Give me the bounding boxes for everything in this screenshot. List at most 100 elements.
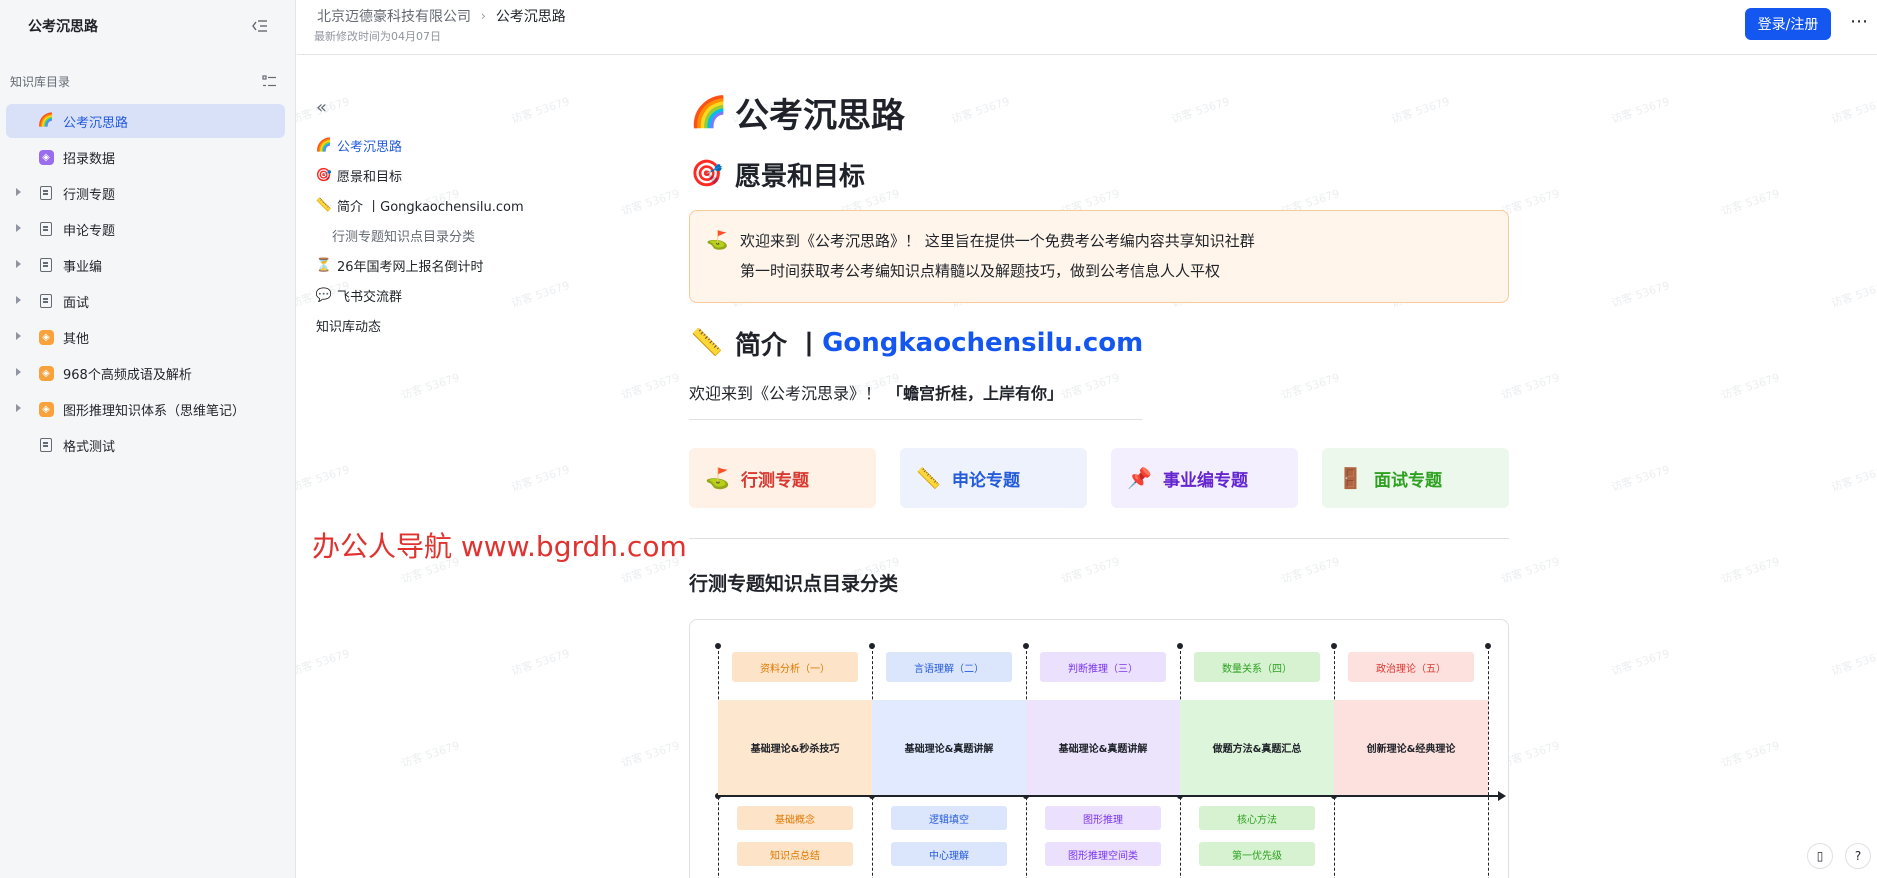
diagram-topic-chip[interactable]: 逻辑填空 — [891, 806, 1007, 830]
diagram-topic-chip[interactable]: 基础概念 — [737, 806, 853, 830]
diagram-topic-chip[interactable]: 中心理解 — [891, 842, 1007, 866]
diagram-column-header: 资料分析（一） — [732, 652, 858, 682]
watermark-label: 访客 53679 — [1609, 278, 1672, 311]
login-register-button[interactable]: 登录/注册 — [1745, 8, 1831, 40]
intro-slogan: 「蟾宫折桂，上岸有你」 — [887, 384, 1064, 403]
outline-item[interactable]: 知识库动态 — [316, 310, 576, 340]
document-icon — [38, 221, 54, 237]
outline-item-label: 26年国考网上报名倒计时 — [337, 259, 484, 275]
divider-short — [689, 419, 1142, 420]
outline-item-label: 愿景和目标 — [337, 169, 403, 185]
page-title: 🌈 公考沉思路 — [689, 86, 1509, 138]
site-link[interactable]: Gongkaochensilu.com — [822, 328, 1143, 358]
caret-right-icon[interactable] — [16, 332, 21, 340]
rainbow-icon: 🌈 — [690, 94, 728, 130]
topic-cards: ⛳ 行测专题 📏 申论专题 📌 事业编专题 🚪 面试专题 — [689, 448, 1509, 508]
app-root: 访客 53679 访客 53679 访客 53679 访客 53679 访客 53679… — [0, 0, 1877, 878]
sidebar: 公考沉思路 知识库目录 🌈 公考沉思路 ◈ 招录数据 行测专题 申论专题 事业编 面试 ◈ 其他 ◈… — [0, 0, 296, 878]
sidebar-item[interactable]: 事业编 — [6, 248, 285, 282]
diagram-topic-chip[interactable]: 图形推理 — [1045, 806, 1161, 830]
breadcrumb: 北京迈德豪科技有限公司 › 公考沉思路 — [317, 6, 566, 26]
caret-right-icon[interactable] — [16, 368, 21, 376]
callout-line-2: 第一时间获取考公考编知识点精髓以及解题技巧，做到公考信息人人平权 — [706, 255, 1488, 285]
sidebar-item[interactable]: 申论专题 — [6, 212, 285, 246]
caret-right-icon[interactable] — [16, 296, 21, 304]
outline-emoji-icon: 🎯 — [315, 167, 333, 183]
diagram-band: 创新理论&经典理论 — [1334, 700, 1488, 795]
topic-card[interactable]: ⛳ 行测专题 — [689, 448, 876, 508]
sidebar-item[interactable]: 格式测试 — [6, 428, 285, 462]
outline-item[interactable]: 行测专题知识点目录分类 — [316, 220, 576, 250]
help-icon[interactable]: ? — [1845, 843, 1871, 869]
outline-emoji-icon: 🌈 — [315, 137, 333, 153]
sidebar-title: 公考沉思路 — [28, 19, 98, 35]
document-outline: « 🌈 公考沉思路 🎯 愿景和目标 📏 简介 丨Gongkaochensilu.com 行测… — [316, 99, 576, 340]
caret-right-icon[interactable] — [16, 188, 21, 196]
watermark-label: 访客 53679 — [1719, 186, 1782, 219]
sidebar-item[interactable]: 行测专题 — [6, 176, 285, 210]
catalog-list-icon[interactable] — [262, 74, 277, 88]
sidebar-item-label: 968个高频成语及解析 — [63, 367, 192, 383]
topic-card[interactable]: 🚪 面试专题 — [1322, 448, 1509, 508]
outline-item[interactable]: 📏 简介 丨Gongkaochensilu.com — [316, 190, 576, 220]
outline-item[interactable]: ⏳ 26年国考网上报名倒计时 — [316, 250, 576, 280]
sidebar-item[interactable]: ◈ 图形推理知识体系（思维笔记） — [6, 392, 285, 426]
more-options-icon[interactable]: ⋯ — [1847, 12, 1871, 36]
sidebar-item[interactable]: ◈ 招录数据 — [6, 140, 285, 174]
intro-paragraph: 欢迎来到《公考沉思录》！ 「蟾宫折桂，上岸有你」 — [689, 379, 1509, 405]
topic-card[interactable]: 📏 申论专题 — [900, 448, 1087, 508]
topic-card-icon: 📏 — [916, 466, 941, 490]
overlay-watermark-text: 办公人导航 www.bgrdh.com — [312, 530, 687, 563]
watermark-label: 访客 53679 — [1609, 94, 1672, 127]
callout-box: ⛳ 欢迎来到《公考沉思路》！ 这里旨在提供一个免费考公考编内容共享知识社群 第一… — [689, 210, 1509, 303]
diagram-topic-chip[interactable]: 第一优先级 — [1199, 842, 1315, 866]
divider-full — [689, 538, 1509, 539]
outline-item-label: 知识库动态 — [316, 319, 382, 335]
callout-line-1: ⛳ 欢迎来到《公考沉思路》！ 这里旨在提供一个免费考公考编内容共享知识社群 — [706, 225, 1488, 255]
outline-emoji-icon: 📏 — [315, 197, 333, 213]
topic-card-label: 面试专题 — [1374, 470, 1442, 491]
outline-emoji-icon: ⏳ — [315, 257, 333, 273]
target-icon: 🎯 — [690, 159, 724, 189]
outline-item[interactable]: 🎯 愿景和目标 — [316, 160, 576, 190]
chevron-right-icon: › — [481, 9, 486, 23]
collapse-sidebar-icon[interactable] — [249, 15, 271, 37]
sidebar-item[interactable]: ◈ 其他 — [6, 320, 285, 354]
outline-item-label: 公考沉思路 — [337, 139, 403, 155]
sidebar-item[interactable]: 🌈 公考沉思路 — [6, 104, 285, 138]
sidebar-item[interactable]: 面试 — [6, 284, 285, 318]
watermark-label: 访客 53679 — [619, 738, 682, 771]
diagram-dot — [869, 643, 875, 649]
topic-card-label: 申论专题 — [952, 470, 1020, 491]
diagram-topic-chip[interactable]: 图形推理空间类 — [1045, 842, 1161, 866]
topic-card-icon: 📌 — [1127, 466, 1152, 490]
watermark-label: 访客 53679 — [1719, 738, 1782, 771]
watermark-label: 访客 53679 — [619, 370, 682, 403]
outline-item[interactable]: 🌈 公考沉思路 — [316, 130, 576, 160]
caret-right-icon[interactable] — [16, 404, 21, 412]
document-icon-button[interactable]: ▯ — [1807, 843, 1833, 869]
diagram-column-header: 判断推理（三） — [1040, 652, 1166, 682]
outline-item[interactable]: 💬 飞书交流群 — [316, 280, 576, 310]
sidebar-item-label: 行测专题 — [63, 187, 116, 203]
watermark-label: 访客 53679 — [1609, 462, 1672, 495]
collapse-outline-icon[interactable]: « — [316, 99, 334, 118]
callout-line-2-text: 第一时间获取考公考编知识点精髓以及解题技巧，做到公考信息人人平权 — [740, 261, 1221, 280]
diagram-axis-line — [718, 795, 1504, 797]
diagram-topic-chip[interactable]: 核心方法 — [1199, 806, 1315, 830]
caret-right-icon[interactable] — [16, 224, 21, 232]
heading-intro-prefix: 简介 丨 — [735, 330, 823, 361]
diagram-band: 做题方法&真题汇总 — [1180, 700, 1334, 795]
sidebar-item[interactable]: ◈ 968个高频成语及解析 — [6, 356, 285, 390]
intro-text: 欢迎来到《公考沉思录》！ — [689, 384, 882, 403]
sidebar-item-label: 事业编 — [63, 259, 103, 275]
breadcrumb-org[interactable]: 北京迈德豪科技有限公司 — [317, 6, 471, 26]
watermark-label: 访客 53679 — [1609, 646, 1672, 679]
topbar: 北京迈德豪科技有限公司 › 公考沉思路 最新修改时间为04月07日 登录/注册 … — [297, 0, 1877, 55]
caret-right-icon[interactable] — [16, 260, 21, 268]
sidebar-item-label: 格式测试 — [63, 439, 116, 455]
diagram-topic-chip[interactable]: 知识点总结 — [737, 842, 853, 866]
topic-card-icon: ⛳ — [705, 466, 730, 490]
topic-card[interactable]: 📌 事业编专题 — [1111, 448, 1298, 508]
page-title-text: 公考沉思路 — [735, 95, 905, 136]
